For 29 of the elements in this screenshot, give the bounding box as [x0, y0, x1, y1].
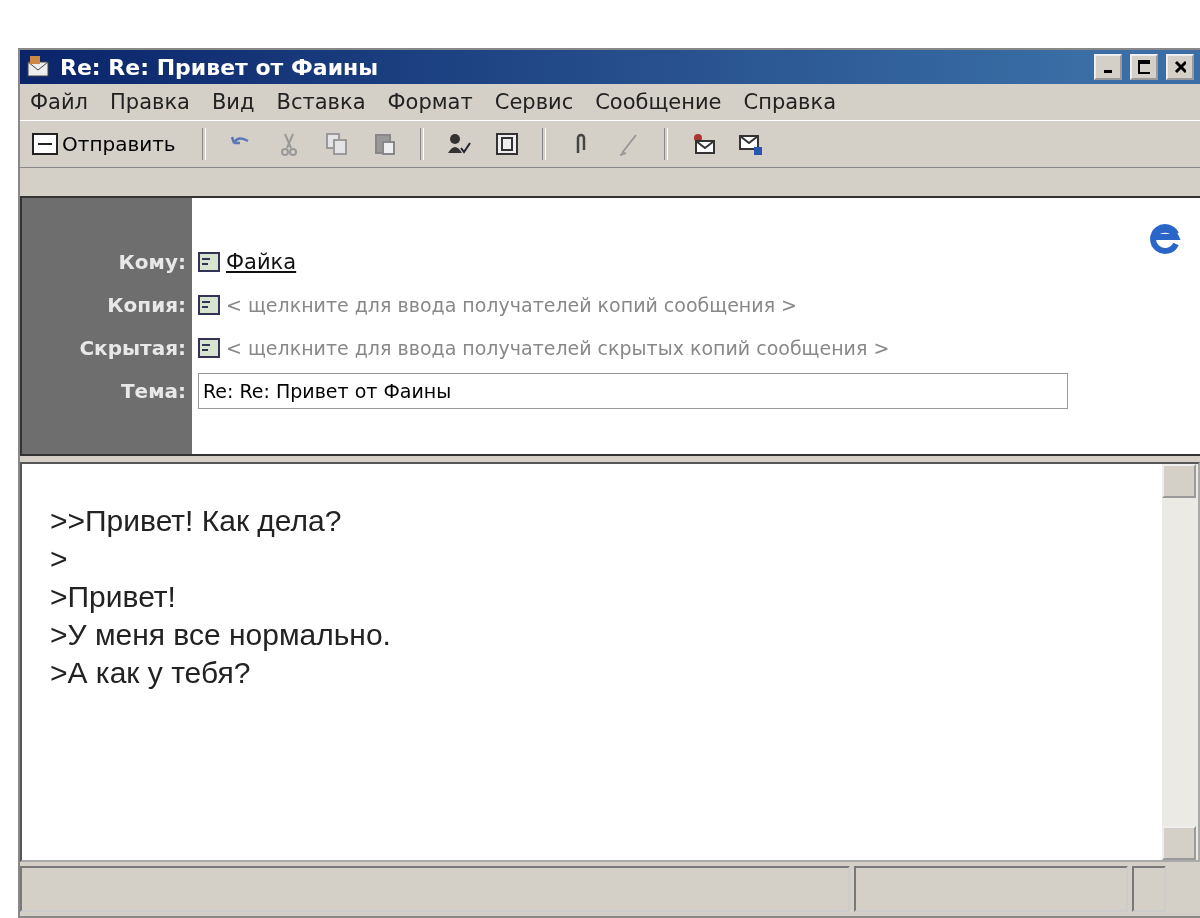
- send-form-icon[interactable]: [32, 133, 58, 155]
- recipient-link[interactable]: Файка: [226, 249, 297, 274]
- window-title: Re: Re: Привет от Фаины: [60, 54, 380, 80]
- address-book-icon[interactable]: [493, 131, 520, 157]
- close-icon[interactable]: [1174, 60, 1186, 74]
- recipients-hint[interactable]: < щелкните для ввода получателей скрытых копий сообщения >: [226, 336, 890, 359]
- scrollbar[interactable]: [1162, 464, 1198, 860]
- address-card-icon[interactable]: [198, 251, 220, 272]
- close-button[interactable]: [1166, 54, 1194, 80]
- menu-item[interactable]: Сервис: [494, 90, 574, 114]
- address-card-icon[interactable]: [198, 294, 220, 315]
- envelope-icon: [26, 54, 52, 80]
- address-card-icon[interactable]: [198, 337, 220, 358]
- field-label: Тема:: [120, 377, 186, 405]
- menu-item[interactable]: Формат: [387, 90, 473, 114]
- field-label: Скрытая:: [79, 334, 186, 362]
- maximize-button[interactable]: [1130, 54, 1158, 80]
- menu-item[interactable]: Справка: [743, 90, 837, 114]
- menu-item[interactable]: Файл: [30, 90, 89, 114]
- menu-item[interactable]: Вставка: [276, 90, 366, 114]
- menu-item[interactable]: Сообщение: [595, 90, 722, 114]
- send-button[interactable]: Отправить: [28, 130, 180, 158]
- field-label: Копия:: [107, 291, 186, 319]
- subject-field[interactable]: Re: Re: Привет от Фаины: [198, 372, 1068, 409]
- menu-item[interactable]: Вид: [211, 90, 255, 114]
- recipients-hint[interactable]: < щелкните для ввода получателей копий сообщения >: [226, 293, 798, 316]
- minimize-button[interactable]: [1094, 54, 1122, 80]
- menu-item[interactable]: Правка: [110, 90, 190, 114]
- field-label: Кому:: [118, 248, 186, 276]
